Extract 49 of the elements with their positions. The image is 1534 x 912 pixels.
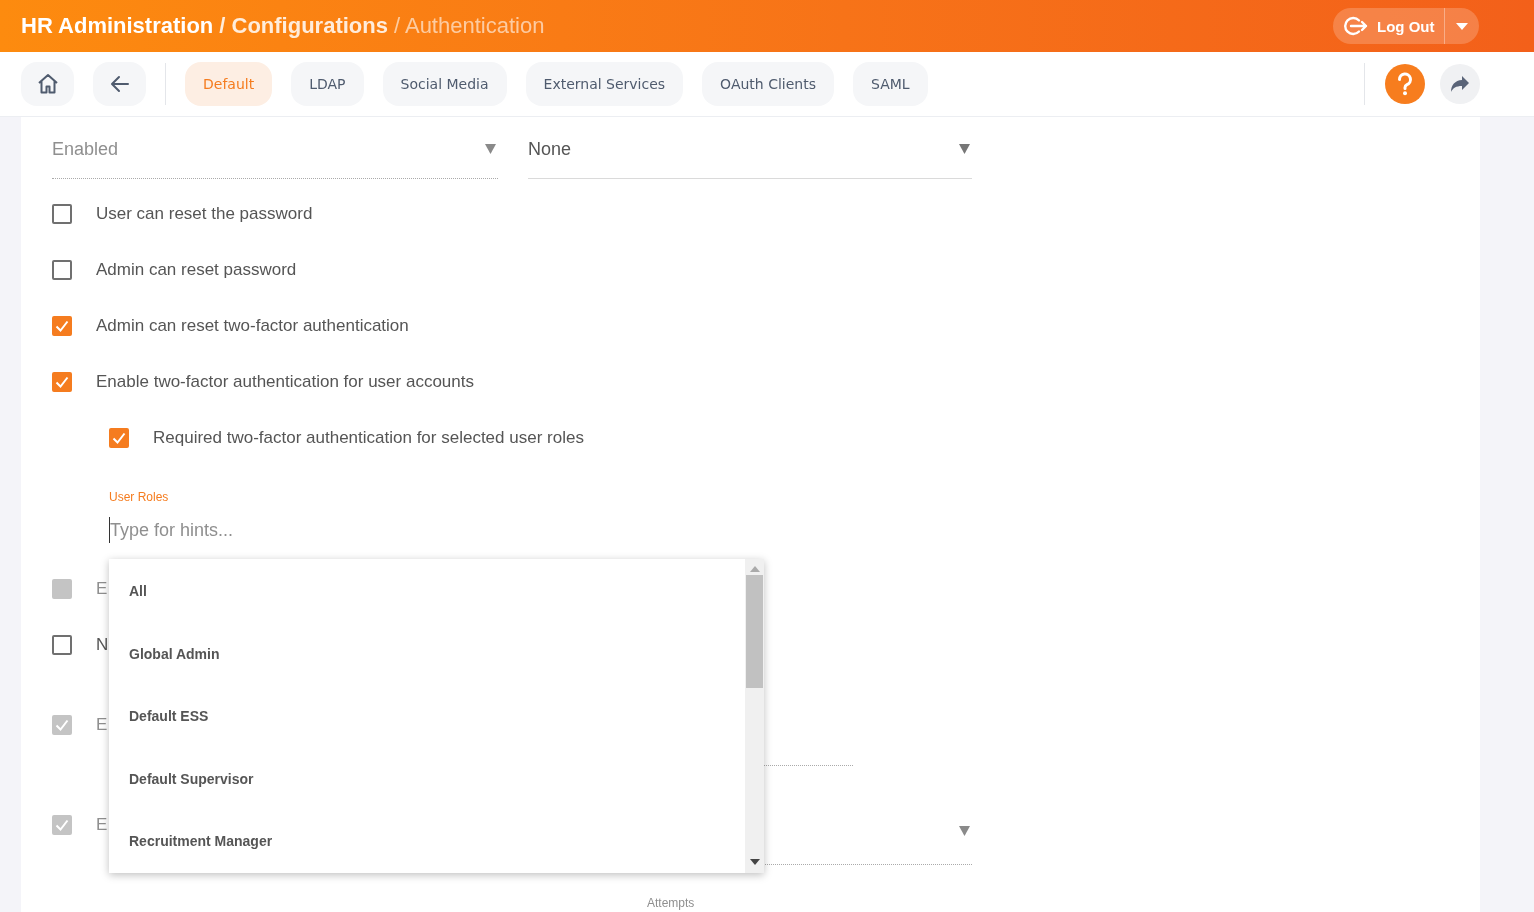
check-icon [55,376,69,388]
scroll-down-icon [749,859,760,865]
scroll-up-icon [749,566,760,572]
back-button[interactable] [93,62,146,106]
suggestion-item[interactable]: Global Admin [109,622,745,685]
suggestion-item[interactable]: Default ESS [109,685,745,748]
suggestion-item[interactable]: Recruitment Manager [109,810,745,873]
tab[interactable]: SAML [853,62,928,106]
caret-icon [959,144,970,154]
checkbox-label: N [96,635,109,655]
checkbox-label: E [96,715,108,735]
checkbox-label: Enable two-factor authentication for user accounts [96,372,474,392]
home-button[interactable] [21,62,74,106]
caret-icon [485,144,496,154]
suggestion-item[interactable]: All [109,560,745,623]
tab[interactable]: External Services [525,62,684,106]
checkbox-label: Admin can reset password [96,260,297,280]
share-button[interactable] [1440,64,1480,104]
checkbox[interactable] [52,316,72,336]
logout-icon [1343,15,1369,37]
checkbox-label: Required two-factor authentication for selected user roles [153,428,584,448]
suggestion-item[interactable]: Default Supervisor [109,747,745,810]
help-button[interactable] [1385,64,1425,104]
caret-icon [959,825,970,836]
field-value: None [528,138,572,160]
breadcrumb-item: / Authentication [393,13,545,39]
checkbox-label: User can reset the password [96,204,313,224]
help-icon [1397,72,1413,96]
scrollbar[interactable] [745,559,764,873]
checkbox[interactable] [109,428,129,448]
checkbox-label: E [96,579,108,599]
field-label: Attempts [647,896,695,910]
checkbox-label: E [96,815,108,835]
checkbox[interactable] [52,204,72,224]
caret-icon [1456,22,1469,30]
tab[interactable]: OAuth Clients [702,62,834,106]
tab[interactable]: LDAP [291,62,364,106]
field-value: Enabled [52,138,119,160]
share-icon [1450,75,1470,93]
checkbox-label: Admin can reset two-factor authentication [96,316,409,336]
back-arrow-icon [109,75,130,93]
select-field[interactable]: None [528,117,972,179]
checkbox[interactable] [52,260,72,280]
check-icon [112,432,126,444]
tab[interactable]: Social Media [382,62,507,106]
field-label: User Roles [109,490,170,504]
check-icon [55,320,69,332]
checkbox[interactable] [52,635,72,655]
checkbox[interactable] [52,372,72,392]
